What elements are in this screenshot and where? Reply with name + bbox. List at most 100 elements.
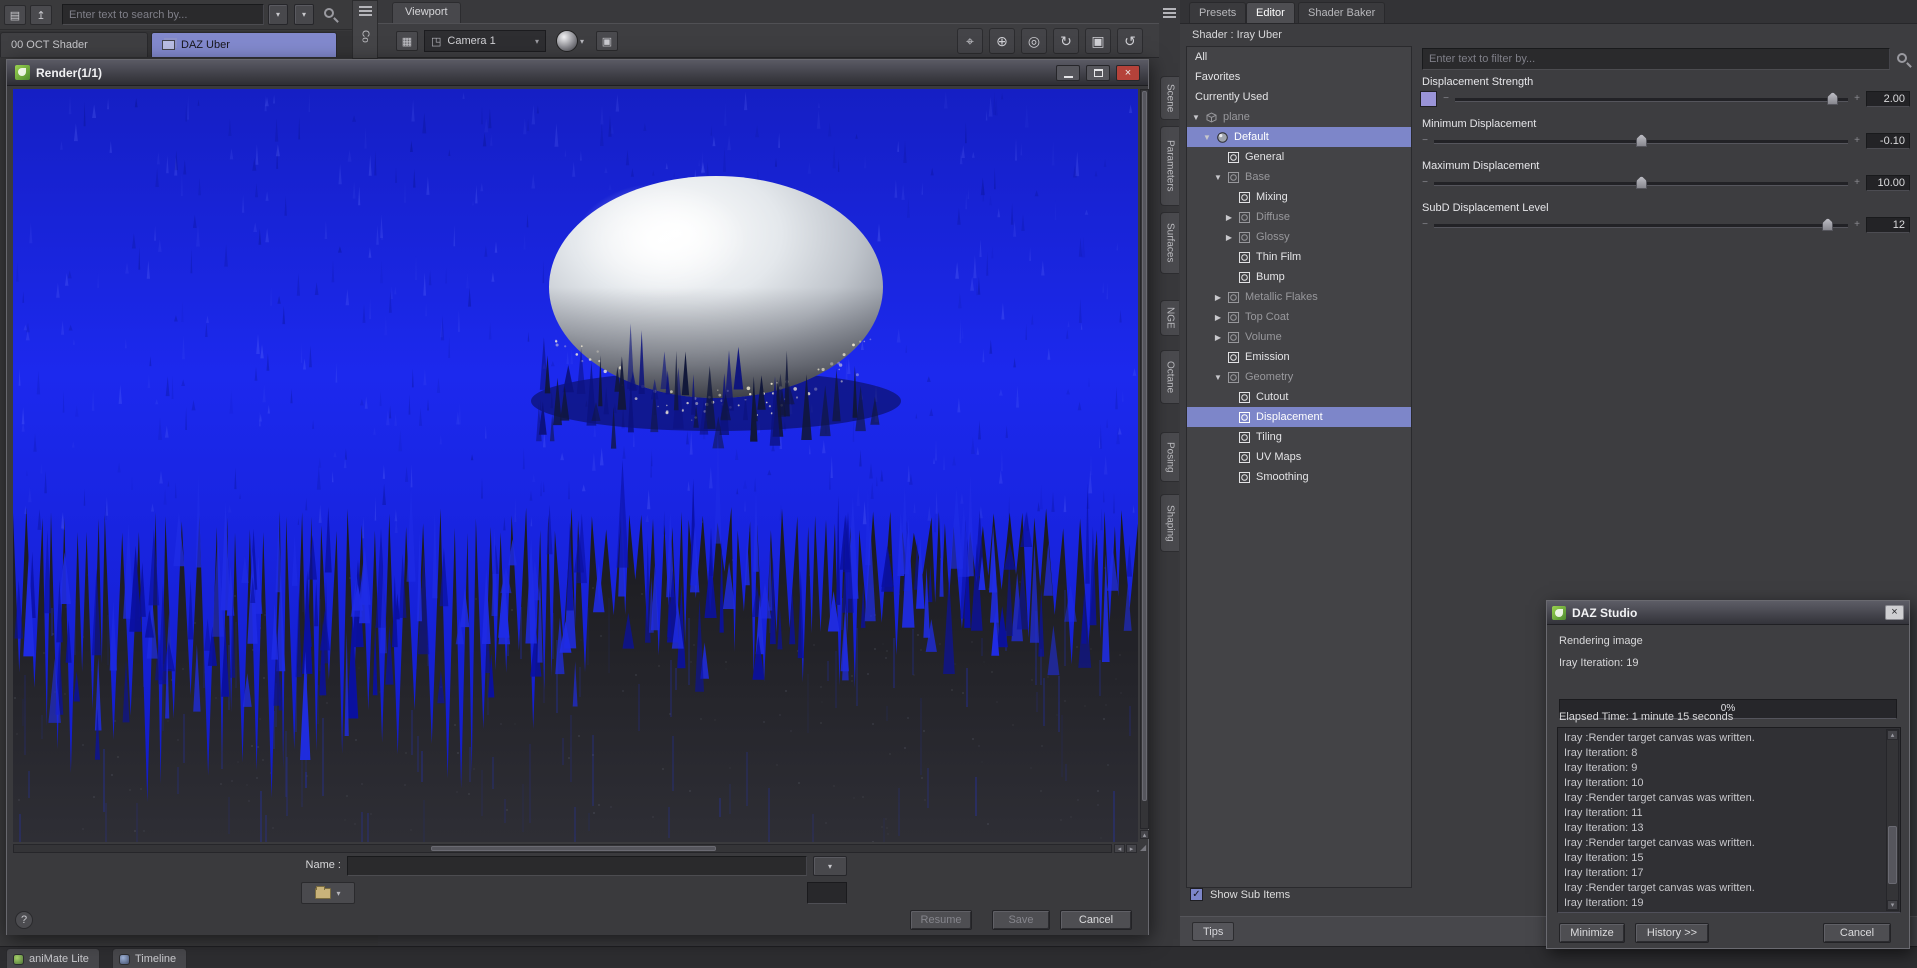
grid-view-icon[interactable]: ▤ bbox=[4, 5, 26, 25]
resume-button[interactable]: Resume bbox=[910, 910, 972, 930]
slider-value[interactable]: -0.10 bbox=[1866, 133, 1910, 149]
show-sub-items-checkbox[interactable]: ✓ bbox=[1190, 888, 1203, 901]
tree-item-favorites[interactable]: Favorites bbox=[1187, 67, 1411, 87]
dock-tab-surfaces[interactable]: Surfaces bbox=[1160, 212, 1179, 274]
slider-decrement-icon[interactable]: − bbox=[1420, 217, 1430, 233]
search-type-dropdown-icon[interactable]: ▾ bbox=[294, 4, 314, 25]
slider-increment-icon[interactable]: + bbox=[1852, 91, 1862, 107]
tab-timeline[interactable]: Timeline bbox=[112, 948, 187, 968]
save-button[interactable]: Save bbox=[992, 910, 1050, 930]
tab-shader-baker[interactable]: Shader Baker bbox=[1298, 2, 1385, 23]
drawstyle-dropdown-icon[interactable]: ▾ bbox=[580, 37, 584, 46]
dock-tab-scene[interactable]: Scene bbox=[1160, 76, 1179, 120]
content-pane-tab[interactable]: Co bbox=[352, 0, 378, 59]
help-button[interactable]: ? bbox=[15, 911, 33, 929]
tree-item-emission[interactable]: Emission bbox=[1187, 347, 1411, 367]
filter-input[interactable] bbox=[1422, 48, 1890, 70]
format-box[interactable] bbox=[807, 882, 847, 904]
slider-decrement-icon[interactable]: − bbox=[1420, 133, 1430, 149]
save-folder-button[interactable]: ▾ bbox=[301, 882, 355, 904]
expand-arrow-icon[interactable]: ▼ bbox=[1213, 373, 1223, 382]
expand-arrow-icon[interactable]: ▶ bbox=[1224, 233, 1234, 242]
tree-item-cutout[interactable]: Cutout bbox=[1187, 387, 1411, 407]
minimize-icon[interactable] bbox=[1056, 65, 1080, 81]
render-window-titlebar[interactable]: Render(1/1) × bbox=[7, 60, 1148, 86]
dock-tab-nge[interactable]: NGE bbox=[1160, 300, 1179, 336]
rotate-icon[interactable]: ↻ bbox=[1053, 28, 1079, 54]
expand-arrow-icon[interactable]: ▼ bbox=[1213, 173, 1223, 182]
name-preset-dropdown-icon[interactable]: ▾ bbox=[813, 856, 847, 876]
expand-arrow-icon[interactable]: ▶ bbox=[1213, 293, 1223, 302]
expand-arrow-icon[interactable]: ▶ bbox=[1213, 333, 1223, 342]
tree-item-mixing[interactable]: Mixing bbox=[1187, 187, 1411, 207]
tree-item-thin-film[interactable]: Thin Film bbox=[1187, 247, 1411, 267]
tree-item-bump[interactable]: Bump bbox=[1187, 267, 1411, 287]
slider-decrement-icon[interactable]: − bbox=[1420, 175, 1430, 191]
tree-item-plane[interactable]: ▼plane bbox=[1187, 107, 1411, 127]
minimize-button[interactable]: Minimize bbox=[1559, 923, 1625, 943]
dialog-close-icon[interactable]: × bbox=[1885, 605, 1904, 620]
scroll-right-icon[interactable]: ▸ bbox=[1126, 844, 1137, 853]
slider-increment-icon[interactable]: + bbox=[1852, 175, 1862, 191]
tab-viewport[interactable]: Viewport bbox=[392, 2, 461, 23]
tree-item-glossy[interactable]: ▶Glossy bbox=[1187, 227, 1411, 247]
expand-arrow-icon[interactable]: ▼ bbox=[1191, 113, 1201, 122]
expand-arrow-icon[interactable]: ▶ bbox=[1213, 313, 1223, 322]
frame-icon[interactable]: ▣ bbox=[1085, 28, 1111, 54]
slider-handle[interactable] bbox=[1636, 134, 1647, 147]
slider-track[interactable] bbox=[1434, 175, 1848, 191]
tree-item-top-coat[interactable]: ▶Top Coat bbox=[1187, 307, 1411, 327]
search-icon[interactable] bbox=[324, 8, 334, 18]
tree-item-uv-maps[interactable]: UV Maps bbox=[1187, 447, 1411, 467]
slider-value[interactable]: 12 bbox=[1866, 217, 1910, 233]
slider-handle[interactable] bbox=[1827, 92, 1838, 105]
tree-item-tiling[interactable]: Tiling bbox=[1187, 427, 1411, 447]
scroll-up-icon[interactable]: ▴ bbox=[1887, 730, 1898, 740]
slider-value[interactable]: 2.00 bbox=[1866, 91, 1910, 107]
tips-button[interactable]: Tips bbox=[1192, 922, 1234, 941]
close-icon[interactable]: × bbox=[1116, 65, 1140, 81]
render-hscrollbar[interactable] bbox=[13, 844, 1112, 853]
tree-item-volume[interactable]: ▶Volume bbox=[1187, 327, 1411, 347]
scroll-left-icon[interactable]: ◂ bbox=[1114, 844, 1125, 853]
render-vscrollbar[interactable] bbox=[1140, 89, 1149, 829]
scene-grid-icon[interactable]: ▦ bbox=[396, 31, 418, 51]
tree-item-default[interactable]: ▼Default bbox=[1187, 127, 1411, 147]
aim-icon[interactable]: ⌖ bbox=[957, 28, 983, 54]
tab-presets[interactable]: Presets bbox=[1189, 2, 1246, 23]
dock-tab-octane[interactable]: Octane bbox=[1160, 350, 1179, 404]
drawstyle-sphere-button[interactable] bbox=[556, 30, 578, 52]
tab-oct-shader[interactable]: 00 OCT Shader bbox=[0, 32, 148, 57]
camera-selector[interactable]: ◳ Camera 1 ▾ bbox=[424, 30, 546, 52]
dialog-cancel-button[interactable]: Cancel bbox=[1823, 923, 1891, 943]
color-swatch[interactable] bbox=[1420, 91, 1437, 107]
slider-value[interactable]: 10.00 bbox=[1866, 175, 1910, 191]
slider-track[interactable] bbox=[1434, 217, 1848, 233]
scroll-down-icon[interactable]: ▾ bbox=[1887, 900, 1898, 910]
slider-increment-icon[interactable]: + bbox=[1852, 217, 1862, 233]
tab-animate-lite[interactable]: aniMate Lite bbox=[6, 948, 100, 968]
slider-increment-icon[interactable]: + bbox=[1852, 133, 1862, 149]
tree-item-general[interactable]: General bbox=[1187, 147, 1411, 167]
orbit-icon[interactable]: ↺ bbox=[1117, 28, 1143, 54]
slider-track[interactable] bbox=[1434, 133, 1848, 149]
history-button[interactable]: History >> bbox=[1635, 923, 1709, 943]
maximize-icon[interactable] bbox=[1086, 65, 1110, 81]
pan-icon[interactable]: ⊕ bbox=[989, 28, 1015, 54]
render-name-input[interactable] bbox=[347, 856, 807, 876]
render-cancel-button[interactable]: Cancel bbox=[1060, 910, 1132, 930]
tree-item-metallic-flakes[interactable]: ▶Metallic Flakes bbox=[1187, 287, 1411, 307]
tab-editor[interactable]: Editor bbox=[1246, 2, 1295, 23]
tab-daz-uber[interactable]: DAZ Uber bbox=[151, 32, 337, 57]
dock-tab-shaping[interactable]: Shaping bbox=[1160, 494, 1179, 552]
tree-item-smoothing[interactable]: Smoothing bbox=[1187, 467, 1411, 487]
tree-item-diffuse[interactable]: ▶Diffuse bbox=[1187, 207, 1411, 227]
search-input[interactable] bbox=[62, 4, 264, 25]
log-scrollbar[interactable]: ▴ ▾ bbox=[1886, 729, 1899, 911]
search-scope-dropdown-icon[interactable]: ▾ bbox=[268, 4, 288, 25]
tree-item-displacement[interactable]: Displacement bbox=[1187, 407, 1411, 427]
slider-decrement-icon[interactable]: − bbox=[1441, 91, 1451, 107]
pane-menu-icon[interactable] bbox=[359, 6, 372, 8]
scroll-up-icon[interactable]: ▴ bbox=[1140, 830, 1149, 839]
zoom-icon[interactable]: ◎ bbox=[1021, 28, 1047, 54]
